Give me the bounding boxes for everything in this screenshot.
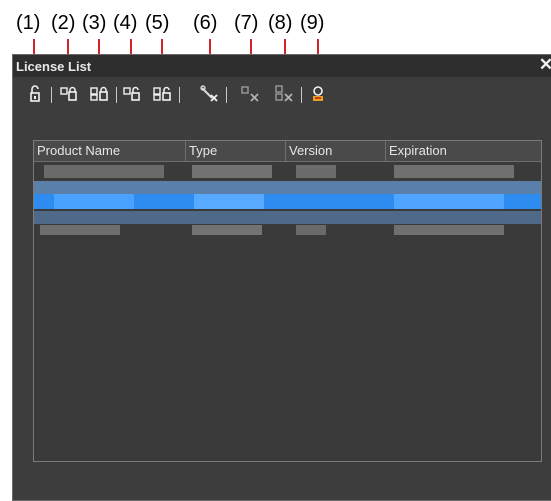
license-info-icon [313,86,323,101]
table-row[interactable] [34,211,541,224]
callout-6: (6) [193,12,218,34]
callout-3: (3) [82,12,107,34]
column-header-version[interactable]: Version [286,141,386,161]
callout-1: (1) [16,12,41,34]
toolbar [13,77,551,111]
window-title: License List [16,59,92,74]
callout-7: (7) [234,12,259,34]
toolbar-separator [301,87,302,103]
callout-2: (2) [51,12,76,34]
callout-4: (4) [113,12,138,34]
column-header-expiration[interactable]: Expiration [386,141,541,161]
license-info-button[interactable] [306,82,330,106]
toolbar-separator [51,87,52,103]
column-header-type[interactable]: Type [186,141,286,161]
license-import-icon [60,86,77,101]
license-export-icon [123,86,140,101]
license-install-button[interactable] [23,82,47,106]
license-remove-disabled-icon [241,86,259,102]
license-install-icon [30,85,40,102]
license-export-button[interactable] [120,82,144,106]
license-import-all-icon [90,86,108,101]
license-remove-icon [200,85,218,102]
license-remove-disabled-button[interactable] [239,82,263,106]
callout-8: (8) [268,12,293,34]
license-export-all-button[interactable] [151,82,175,106]
table-row[interactable] [34,181,541,194]
column-header-product-name[interactable]: Product Name [34,141,186,161]
close-button[interactable]: ✕ [538,55,551,75]
license-remove-all-disabled-icon [275,85,293,102]
title-bar[interactable]: License List ✕ [13,55,551,77]
list-header: Product Name Type Version Expiration [34,141,541,162]
table-row-selected[interactable] [34,194,541,209]
callout-5: (5) [145,12,170,34]
toolbar-separator [179,87,180,103]
callout-9: (9) [300,12,325,34]
license-export-all-icon [153,86,171,101]
toolbar-separator [226,87,227,103]
license-import-button[interactable] [57,82,81,106]
table-row[interactable] [34,225,541,235]
license-list-dialog: License List ✕ Product Name Type Version… [12,54,551,501]
table-row[interactable] [34,165,541,178]
license-import-all-button[interactable] [88,82,112,106]
toolbar-separator [116,87,117,103]
license-list[interactable]: Product Name Type Version Expiration [33,140,542,462]
license-remove-button[interactable] [198,82,222,106]
license-remove-all-disabled-button[interactable] [273,82,297,106]
